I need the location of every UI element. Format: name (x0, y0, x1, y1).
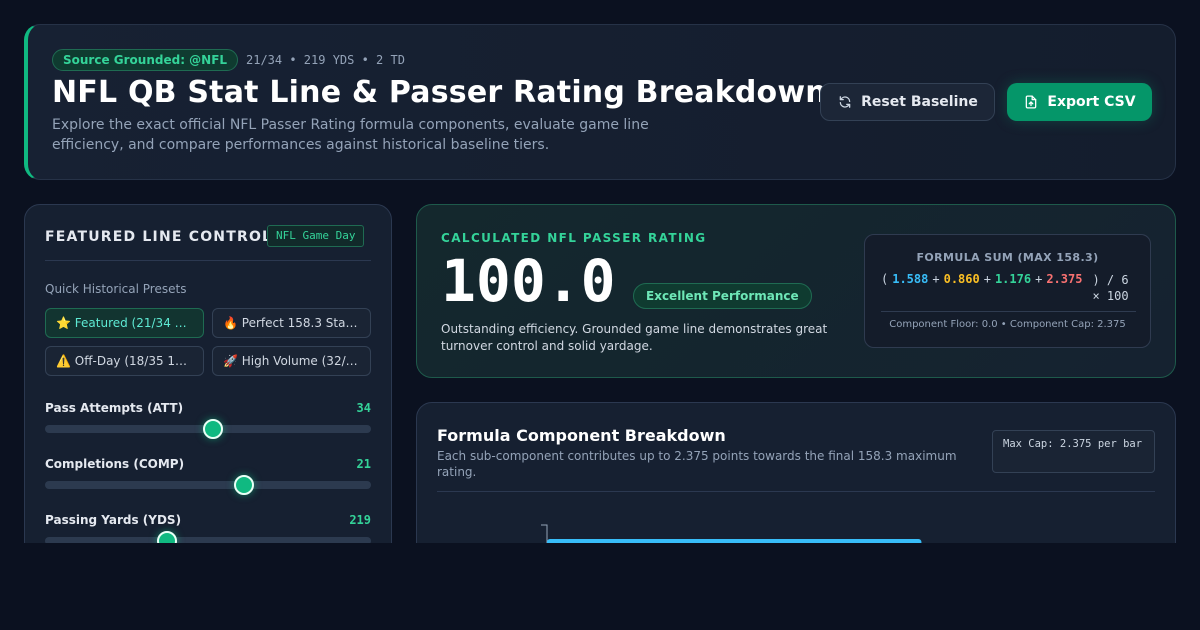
pass-attempts-slider[interactable] (45, 419, 371, 439)
rating-tier-badge: Excellent Performance (633, 283, 812, 309)
component-a-value: 1.588 (892, 272, 929, 286)
open-paren: ( (881, 272, 889, 286)
plus-sign: + (983, 272, 991, 286)
component-b-value: 0.860 (943, 272, 980, 286)
rating-label: CALCULATED NFL PASSER RATING (441, 231, 707, 245)
preset-label: Perfect 158.3 Sta… (241, 316, 358, 330)
max-cap-badge: Max Cap: 2.375 per bar (992, 430, 1155, 473)
breakdown-subtitle: Each sub-component contributes up to 2.3… (437, 449, 957, 479)
slider-thumb[interactable] (157, 531, 178, 543)
formula-footnote: Component Floor: 0.0 • Component Cap: 2.… (889, 319, 1126, 330)
fire-icon: 🔥 (223, 316, 238, 330)
times-hundred: × 100 (1092, 289, 1129, 303)
plus-sign: + (1035, 272, 1043, 286)
component-bar (547, 539, 922, 543)
preset-off-day-button[interactable]: ⚠️ Off-Day (18/35 1… (45, 346, 204, 376)
chart-axis (541, 524, 548, 543)
component-breakdown-chart (541, 524, 922, 543)
preset-featured-button[interactable]: ⭐ Featured (21/34 … (45, 308, 204, 338)
component-c-value: 1.176 (994, 272, 1032, 286)
completions-slider[interactable] (45, 475, 371, 495)
featured-line-control-panel: FEATURED LINE CONTROL NFL Game Day Quick… (24, 204, 392, 543)
export-csv-label: Export CSV (1047, 94, 1136, 110)
header-card: Source Grounded: @NFL 21/34 • 219 YDS • … (24, 24, 1176, 180)
formula-breakdown-card: Formula Component Breakdown Each sub-com… (416, 402, 1176, 543)
pass-attempts-label: Pass Attempts (ATT) (45, 401, 184, 415)
preset-high-volume-button[interactable]: 🚀 High Volume (32/… (212, 346, 371, 376)
warning-icon: ⚠️ (56, 354, 71, 368)
rating-description: Outstanding efficiency. Grounded game li… (441, 322, 828, 353)
plus-sign: + (932, 272, 940, 286)
refresh-icon (837, 94, 853, 110)
passing-yards-label: Passing Yards (YDS) (45, 513, 182, 527)
rocket-icon: 🚀 (223, 354, 238, 368)
star-icon: ⭐ (56, 316, 71, 330)
component-d-value: 2.375 (1046, 272, 1083, 286)
completions-label: Completions (COMP) (45, 457, 185, 471)
formula-tail: ) / 6 × 100 (1092, 272, 1128, 304)
export-csv-button[interactable]: Export CSV (1007, 83, 1152, 121)
breakdown-divider (437, 491, 1155, 492)
slider-thumb[interactable] (202, 419, 223, 439)
passing-yards-slider[interactable] (45, 531, 371, 543)
page-subtitle: Explore the exact official NFL Passer Ra… (52, 117, 649, 153)
formula-expression: ( 1.588 + 0.860 + 1.176 + 2.375 ) / 6 × … (881, 272, 1141, 304)
game-day-tag: NFL Game Day (267, 225, 365, 247)
reset-baseline-button[interactable]: Reset Baseline (820, 83, 995, 121)
stat-summary: 21/34 • 219 YDS • 2 TD (246, 53, 405, 67)
divide-by-six: ) / 6 (1092, 273, 1129, 287)
panel-title: FEATURED LINE CONTROL (45, 229, 273, 245)
formula-title: FORMULA SUM (MAX 158.3) (916, 251, 1099, 264)
rating-value: 100.0 (441, 247, 616, 315)
source-badge: Source Grounded: @NFL (52, 49, 239, 71)
formula-divider (881, 311, 1136, 312)
preset-label: Off-Day (18/35 1… (74, 354, 188, 368)
file-export-icon (1023, 94, 1039, 110)
reset-baseline-label: Reset Baseline (861, 94, 978, 110)
pass-attempts-value: 34 (356, 401, 371, 415)
panel-divider (45, 260, 371, 261)
preset-perfect-button[interactable]: 🔥 Perfect 158.3 Sta… (212, 308, 371, 338)
passing-yards-value: 219 (349, 513, 371, 527)
preset-label: High Volume (32/… (241, 354, 358, 368)
presets-label: Quick Historical Presets (45, 282, 187, 296)
page-title: NFL QB Stat Line & Passer Rating Breakdo… (52, 75, 827, 110)
preset-label: Featured (21/34 … (74, 316, 187, 330)
breakdown-title: Formula Component Breakdown (437, 426, 726, 445)
slider-thumb[interactable] (233, 475, 254, 495)
completions-value: 21 (356, 457, 371, 471)
viewport: Source Grounded: @NFL 21/34 • 219 YDS • … (0, 0, 1200, 543)
passer-rating-card: CALCULATED NFL PASSER RATING 100.0 Excel… (416, 204, 1176, 378)
formula-sum-box: FORMULA SUM (MAX 158.3) ( 1.588 + 0.860 … (864, 234, 1151, 348)
